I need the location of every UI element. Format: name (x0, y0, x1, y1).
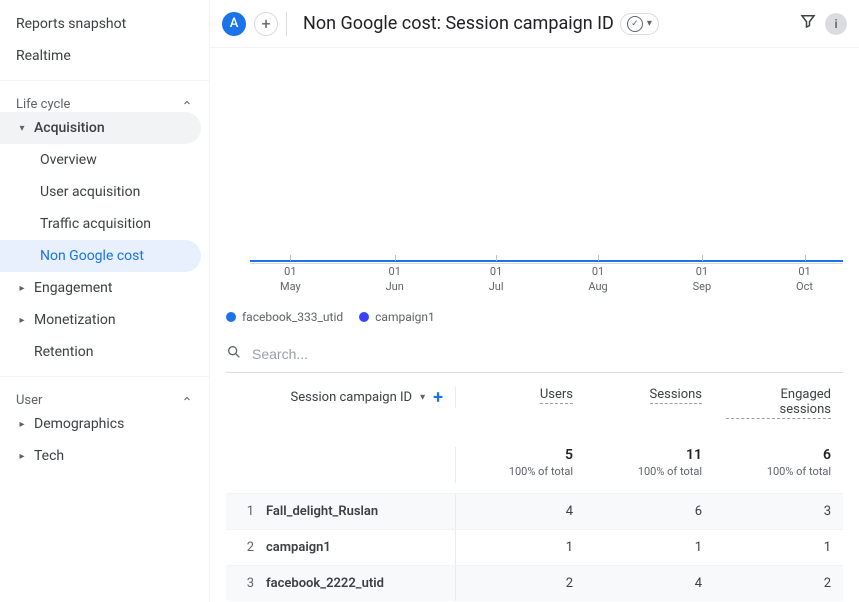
table-row[interactable]: 3facebook_2222_utid242 (226, 565, 843, 601)
chart-legend: facebook_333_utid campaign1 (226, 306, 843, 336)
chart: 01May 01Jun 01Jul 01Aug 01Sep 01Oct (226, 56, 843, 306)
caret-right-icon: ▸ (16, 419, 28, 430)
sidebar: Reports snapshot Realtime Life cycle ▾ A… (0, 0, 210, 602)
totals-row: 5100% of total 11100% of total 6100% of … (226, 429, 843, 493)
caret-right-icon: ▸ (16, 315, 28, 326)
column-header-engaged-sessions[interactable]: Engaged sessions (726, 387, 831, 419)
row-dimension: campaign1 (266, 530, 456, 565)
search-icon (226, 344, 242, 364)
plus-icon: + (261, 14, 270, 33)
row-metric: 2 (456, 576, 585, 591)
sidebar-item-reports-snapshot[interactable]: Reports snapshot (0, 8, 209, 40)
sidebar-section-user[interactable]: User (0, 376, 209, 408)
legend-label: campaign1 (375, 310, 435, 324)
table-row[interactable]: 1Fall_delight_Ruslan463 (226, 493, 843, 529)
row-metric: 1 (456, 540, 585, 555)
x-axis-tick: 01May (280, 265, 301, 294)
x-axis-tick: 01Jun (386, 265, 404, 294)
caret-right-icon: ▸ (16, 451, 28, 462)
filter-icon[interactable] (799, 12, 817, 35)
row-number: 1 (226, 504, 266, 519)
dimension-selector[interactable]: Session campaign ID (290, 390, 412, 405)
x-axis-tick: 01Aug (588, 265, 607, 294)
row-metric: 1 (714, 540, 843, 555)
data-table: Session campaign ID ▾ + Users Sessions E… (226, 373, 843, 601)
row-number: 2 (226, 540, 266, 555)
row-number: 3 (226, 576, 266, 591)
header: A + Non Google cost: Session campaign ID… (210, 0, 859, 48)
row-metric: 4 (456, 504, 585, 519)
search-row (226, 336, 843, 373)
chevron-up-icon (181, 393, 193, 409)
legend-label: facebook_333_utid (242, 310, 343, 324)
chevron-down-icon[interactable]: ▾ (420, 392, 425, 403)
caret-down-icon: ▾ (16, 123, 28, 134)
add-button[interactable]: + (254, 12, 278, 36)
status-pill[interactable]: ✓ ▾ (620, 13, 659, 35)
row-metric: 4 (585, 576, 714, 591)
row-metric: 6 (585, 504, 714, 519)
x-axis-tick: 01Oct (796, 265, 813, 294)
sidebar-item-user-acquisition[interactable]: User acquisition (0, 176, 209, 208)
row-metric: 2 (714, 576, 843, 591)
row-dimension: Fall_delight_Ruslan (266, 494, 456, 529)
row-metric: 3 (714, 504, 843, 519)
add-dimension-button[interactable]: + (433, 387, 443, 408)
sidebar-group-monetization[interactable]: ▸ Monetization (0, 304, 209, 336)
x-axis-tick: 01Sep (693, 265, 712, 294)
search-input[interactable] (252, 346, 843, 362)
legend-dot-icon (226, 312, 236, 322)
sidebar-item-overview[interactable]: Overview (0, 144, 209, 176)
sidebar-section-life-cycle[interactable]: Life cycle (0, 80, 209, 112)
chevron-down-icon: ▾ (647, 18, 652, 29)
table-row[interactable]: 2campaign1111 (226, 529, 843, 565)
info-badge[interactable]: i (825, 13, 847, 35)
legend-dot-icon (359, 312, 369, 322)
row-dimension: facebook_2222_utid (266, 566, 456, 601)
account-avatar[interactable]: A (222, 12, 246, 36)
check-circle-icon: ✓ (627, 16, 643, 32)
sidebar-group-tech[interactable]: ▸ Tech (0, 440, 209, 472)
sidebar-item-retention[interactable]: Retention (0, 336, 209, 368)
sidebar-group-engagement[interactable]: ▸ Engagement (0, 272, 209, 304)
sidebar-group-acquisition[interactable]: ▾ Acquisition (0, 112, 201, 144)
sidebar-item-realtime[interactable]: Realtime (0, 40, 209, 72)
caret-right-icon: ▸ (16, 283, 28, 294)
chart-series-line (250, 260, 843, 262)
x-axis-tick: 01Jul (489, 265, 504, 294)
sidebar-item-non-google-cost[interactable]: Non Google cost (0, 240, 201, 272)
chevron-up-icon (181, 97, 193, 113)
legend-item[interactable]: facebook_333_utid (226, 310, 343, 324)
page-title: Non Google cost: Session campaign ID ✓ ▾ (303, 13, 791, 35)
sidebar-group-demographics[interactable]: ▸ Demographics (0, 408, 209, 440)
column-header-sessions[interactable]: Sessions (650, 387, 703, 404)
row-metric: 1 (585, 540, 714, 555)
legend-item[interactable]: campaign1 (359, 310, 435, 324)
sidebar-item-traffic-acquisition[interactable]: Traffic acquisition (0, 208, 209, 240)
column-header-users[interactable]: Users (540, 387, 573, 404)
